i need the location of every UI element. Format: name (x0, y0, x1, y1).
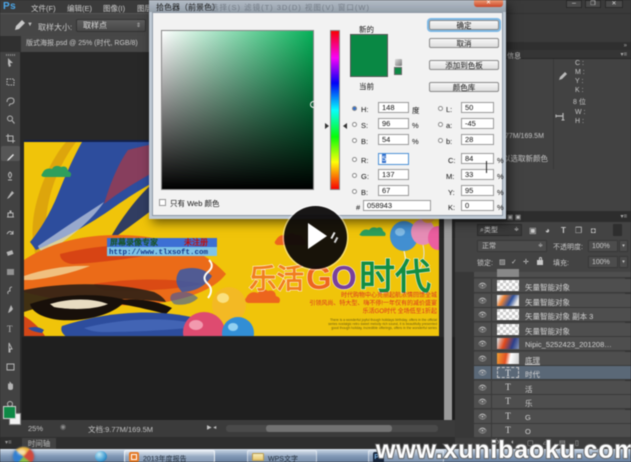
svg-text:时代购物中心亮丽起航浓情回馈全城: 时代购物中心亮丽起航浓情回馈全城 (341, 291, 437, 299)
svg-text:屏幕录像专家: 屏幕录像专家 (110, 237, 159, 248)
svg-text:引领风尚、特大型、嗨不停!一年仅有的减价盛宴: 引领风尚、特大型、嗨不停!一年仅有的减价盛宴 (309, 299, 437, 307)
svg-text:good though holiday, incredibl: good though holiday, incredible offering… (331, 326, 437, 330)
svg-text:时代: 时代 (359, 256, 431, 297)
svg-text:T: T (7, 324, 13, 334)
svg-text:乐活: 乐活 (249, 263, 304, 294)
svg-text:O: O (331, 259, 357, 296)
svg-text:未注册: 未注册 (183, 237, 208, 248)
svg-text:乐活GO时代 全场低至1折起: 乐活GO时代 全场低至1折起 (363, 307, 437, 315)
svg-text:http://www.tlxsoft.com: http://www.tlxsoft.com (109, 249, 209, 257)
